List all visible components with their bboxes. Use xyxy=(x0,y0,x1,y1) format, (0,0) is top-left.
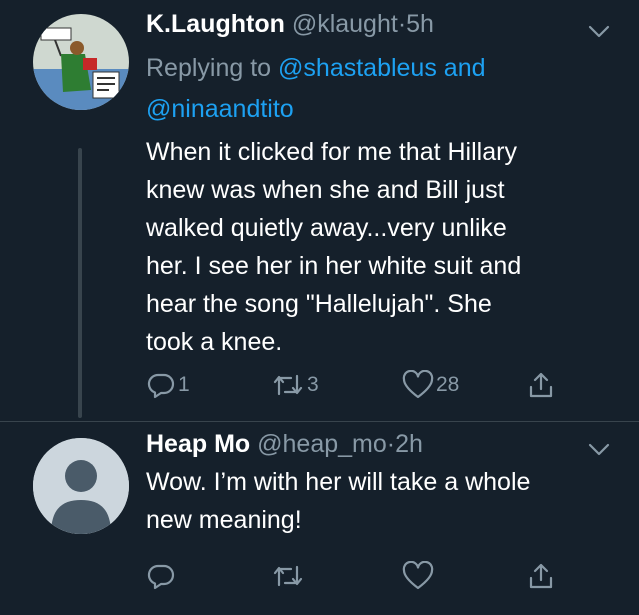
tweet-text-line: took a knee. xyxy=(146,328,283,356)
timestamp[interactable]: 5h xyxy=(406,10,434,38)
share-button[interactable] xyxy=(526,370,556,400)
replying-to: Replying to @shastableus and @ninaandtit… xyxy=(146,48,486,130)
user-handle[interactable]: @heap_mo xyxy=(257,430,387,458)
like-icon xyxy=(402,370,434,399)
user-handle[interactable]: @klaught xyxy=(292,10,398,38)
retweet-icon xyxy=(273,374,303,396)
chevron-down-icon[interactable] xyxy=(586,436,612,462)
like-button[interactable]: 28 xyxy=(402,370,459,400)
avatar-image xyxy=(33,14,129,110)
retweet-button[interactable]: 3 xyxy=(271,370,319,400)
reply-icon xyxy=(147,373,175,399)
tweet-text-line: walked quietly away...very unlike xyxy=(146,214,507,242)
like-icon xyxy=(402,561,434,590)
reply-icon xyxy=(147,564,175,590)
retweet-button[interactable] xyxy=(271,561,307,591)
display-name[interactable]: K.Laughton xyxy=(146,10,285,38)
like-button[interactable] xyxy=(402,561,436,591)
tweet-header: Heap Mo @heap_mo·2h xyxy=(146,430,423,459)
like-count: 28 xyxy=(436,373,460,396)
retweet-icon xyxy=(273,565,303,587)
tweet-body: Wow. I’m with her will take a whole new … xyxy=(146,463,616,539)
thread-line xyxy=(78,148,82,418)
tweet-text-line: her. I see her in her white suit and xyxy=(146,252,522,280)
retweet-count: 3 xyxy=(307,373,319,396)
tweet-text-line: hear the song "Hallelujah". She xyxy=(146,290,492,318)
timestamp[interactable]: 2h xyxy=(395,430,423,458)
tweet-actions: 1 3 28 xyxy=(146,370,566,400)
share-icon xyxy=(529,563,553,589)
chevron-down-icon[interactable] xyxy=(586,18,612,44)
default-avatar-icon xyxy=(33,438,129,534)
separator: · xyxy=(386,430,396,458)
tweet-text-line: knew was when she and Bill just xyxy=(146,176,505,204)
tweet-text-line: Wow. I’m with her will take a whole xyxy=(146,468,531,496)
mention-link-ninaandtito[interactable]: @ninaandtito xyxy=(146,95,294,123)
mention-and[interactable]: and xyxy=(444,54,486,82)
reply-button[interactable]: 1 xyxy=(146,370,190,400)
replying-prefix: Replying to xyxy=(146,54,272,82)
avatar[interactable] xyxy=(33,14,129,110)
avatar[interactable] xyxy=(33,438,129,534)
separator: · xyxy=(397,10,407,38)
tweet-text-line: When it clicked for me that Hillary xyxy=(146,138,517,166)
tweet-text-line: new meaning! xyxy=(146,506,302,534)
tweet-heapmo[interactable]: Heap Mo @heap_mo·2h Wow. I’m with her wi… xyxy=(0,422,639,615)
reply-button[interactable] xyxy=(146,561,178,591)
mention-link-shastableus[interactable]: @shastableus xyxy=(278,54,437,82)
tweet-actions xyxy=(146,561,566,591)
tweet-header: K.Laughton @klaught·5h xyxy=(146,10,434,39)
share-icon xyxy=(529,372,553,398)
reply-count: 1 xyxy=(178,373,190,396)
share-button[interactable] xyxy=(526,561,556,591)
display-name[interactable]: Heap Mo xyxy=(146,430,250,458)
tweet-body: When it clicked for me that Hillary knew… xyxy=(146,133,616,361)
tweet-klaughton[interactable]: K.Laughton @klaught·5h Replying to @shas… xyxy=(0,0,639,430)
